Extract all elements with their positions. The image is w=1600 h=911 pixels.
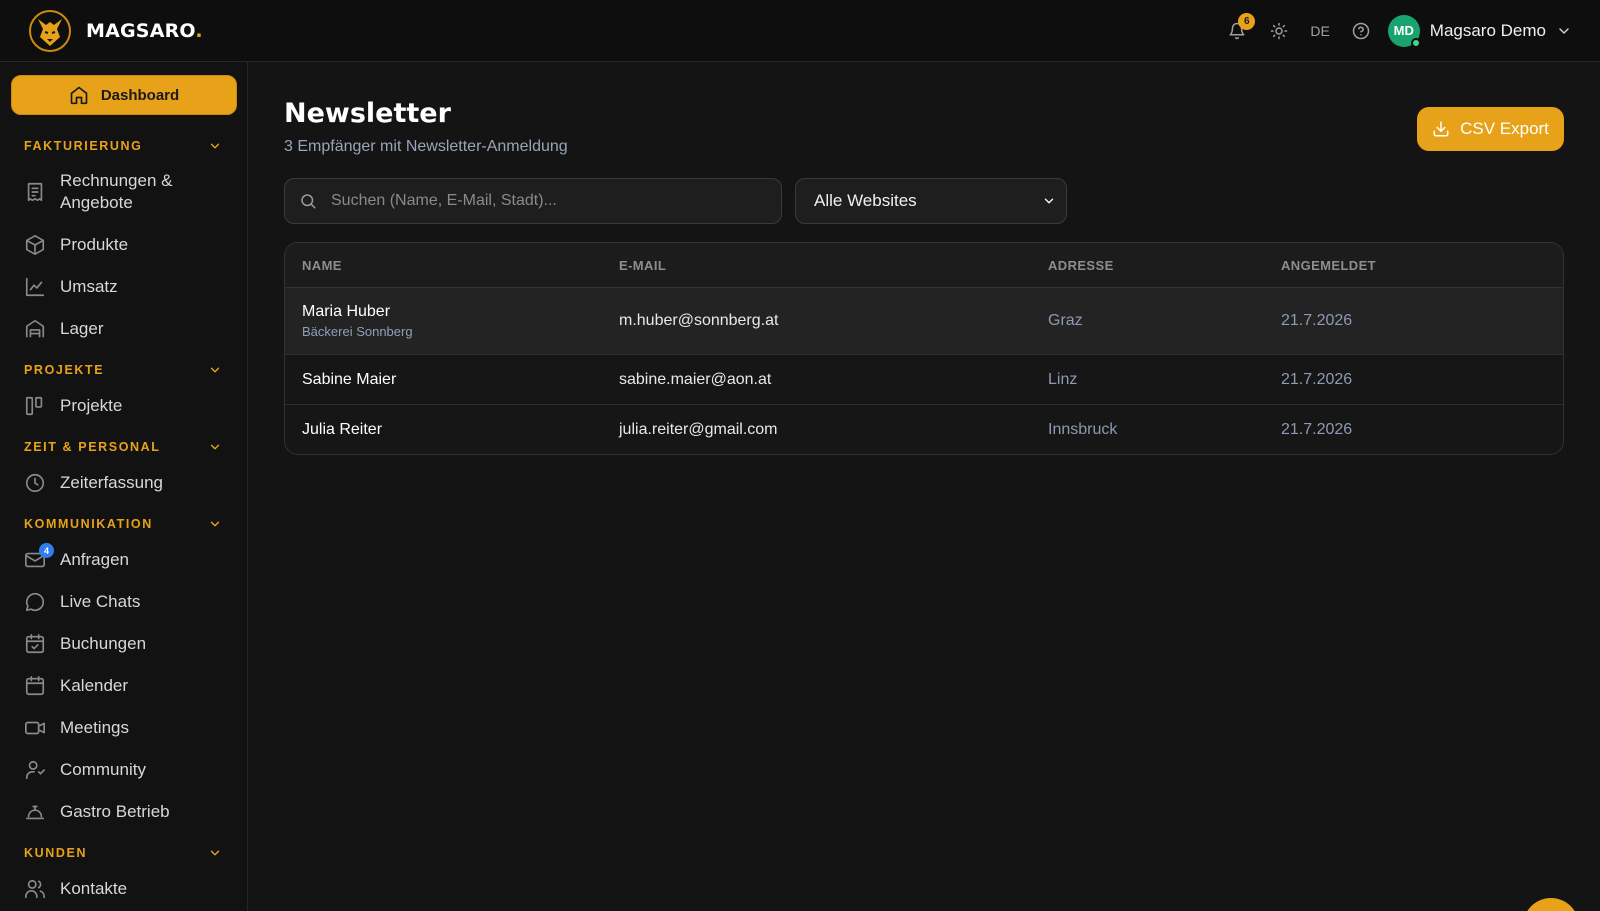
mail-icon: 4 [24, 543, 54, 571]
table-row[interactable]: Maria Huber Bäckerei Sonnberg m.huber@so… [285, 288, 1563, 355]
subscriber-name: Maria Huber [302, 303, 391, 320]
csv-export-button[interactable]: CSV Export [1417, 107, 1564, 151]
kanban-icon [24, 395, 46, 417]
top-bar: MAGSARO. 6 DE MD Magsaro Demo [0, 0, 1600, 62]
wolf-logo-icon [28, 9, 72, 53]
section-zeit-personal[interactable]: ZEIT & PERSONAL [11, 437, 236, 457]
box-icon [24, 234, 46, 256]
chevron-down-icon [1559, 27, 1569, 34]
video-icon [24, 717, 46, 739]
search-input[interactable] [331, 192, 751, 210]
avatar: MD [1387, 14, 1421, 48]
chat-icon [24, 591, 46, 613]
sidebar-item-meetings[interactable]: Meetings [11, 717, 236, 739]
newsletter-table: NAME E-MAIL ADRESSE ANGEMELDET Maria Hub… [284, 242, 1564, 455]
sidebar-item-zeiterfassung[interactable]: Zeiterfassung [11, 472, 236, 494]
sidebar-item-community[interactable]: Community [11, 759, 236, 781]
calendar-check-icon [24, 633, 46, 655]
online-status-dot [1410, 37, 1421, 48]
subscriber-email: julia.reiter@gmail.com [619, 420, 778, 438]
sidebar-item-rechnungen[interactable]: Rechnungen & Angebote [11, 170, 236, 214]
brand[interactable]: MAGSARO. [28, 9, 203, 53]
subscriber-date: 21.7.2026 [1281, 420, 1353, 438]
download-icon [1433, 121, 1449, 137]
main-content: Newsletter 3 Empfänger mit Newsletter-An… [249, 62, 1600, 911]
anfragen-count-badge: 4 [39, 543, 54, 558]
user-menu[interactable]: MD Magsaro Demo [1387, 14, 1572, 48]
chart-line-icon [24, 276, 46, 298]
website-filter-select[interactable]: Alle Websites [795, 178, 1067, 224]
table-row[interactable]: Sabine Maier sabine.maier@aon.at Linz 21… [285, 355, 1563, 405]
dashboard-button[interactable]: Dashboard [11, 75, 237, 115]
sidebar-item-gastro-betrieb[interactable]: Gastro Betrieb [11, 801, 236, 823]
column-header-email[interactable]: E-MAIL [619, 258, 1048, 273]
brand-name: MAGSARO. [86, 19, 203, 42]
chevron-down-icon [210, 521, 220, 527]
home-icon [70, 86, 88, 105]
subscriber-date: 21.7.2026 [1281, 312, 1353, 329]
table-header: NAME E-MAIL ADRESSE ANGEMELDET [285, 243, 1563, 288]
section-fakturierung[interactable]: FAKTURIERUNG [11, 136, 236, 156]
sidebar-item-umsatz[interactable]: Umsatz [11, 276, 236, 298]
sidebar-item-projekte[interactable]: Projekte [11, 395, 236, 417]
column-header-address[interactable]: ADRESSE [1048, 258, 1281, 273]
subscriber-email: m.huber@sonnberg.at [619, 312, 779, 329]
subscriber-date: 21.7.2026 [1281, 370, 1353, 388]
chevron-down-icon [1044, 198, 1054, 204]
chevron-down-icon [210, 850, 220, 856]
sidebar-item-kalender[interactable]: Kalender [11, 675, 236, 697]
subscriber-email: sabine.maier@aon.at [619, 370, 772, 388]
language-switch[interactable]: DE [1300, 23, 1339, 39]
table-row[interactable]: Julia Reiter julia.reiter@gmail.com Inns… [285, 405, 1563, 454]
chevron-down-icon [210, 143, 220, 149]
column-header-date[interactable]: ANGEMELDET [1281, 258, 1563, 273]
contacts-icon [24, 878, 46, 900]
search-icon [301, 194, 316, 209]
notification-count-badge: 6 [1238, 12, 1256, 30]
sidebar-item-anfragen[interactable]: 4 Anfragen [11, 543, 236, 571]
notifications-button[interactable]: 6 [1216, 11, 1258, 51]
chevron-down-icon [210, 367, 220, 373]
users-icon [24, 759, 46, 781]
section-projekte[interactable]: PROJEKTE [11, 360, 236, 380]
subscriber-address: Innsbruck [1048, 420, 1118, 438]
subscriber-address: Linz [1048, 370, 1078, 388]
subscriber-name: Julia Reiter [302, 420, 383, 438]
sidebar-item-kontakte[interactable]: Kontakte [11, 878, 236, 900]
section-kunden[interactable]: KUNDEN [11, 843, 236, 863]
subscriber-address: Graz [1048, 312, 1083, 329]
search-field[interactable] [284, 178, 782, 224]
help-button[interactable] [1340, 11, 1382, 51]
sidebar: Dashboard FAKTURIERUNG Rechnungen & Angeb… [0, 62, 248, 911]
sidebar-item-live-chats[interactable]: Live Chats [11, 591, 236, 613]
clock-icon [24, 472, 46, 494]
calendar-icon [24, 675, 46, 697]
cloche-icon [24, 801, 46, 823]
page-title: Newsletter [284, 98, 451, 129]
sidebar-item-buchungen[interactable]: Buchungen [11, 633, 236, 655]
chevron-down-icon [210, 444, 220, 450]
sun-icon [1271, 22, 1288, 39]
subscriber-company: Bäckerei Sonnberg [302, 324, 413, 339]
sidebar-item-lager[interactable]: Lager [11, 318, 236, 340]
help-circle-icon [1352, 22, 1370, 39]
warehouse-icon [24, 318, 46, 340]
user-name: Magsaro Demo [1429, 20, 1546, 40]
section-kommunikation[interactable]: KOMMUNIKATION [11, 514, 236, 534]
sidebar-item-produkte[interactable]: Produkte [11, 234, 236, 256]
column-header-name[interactable]: NAME [285, 258, 619, 273]
theme-toggle-button[interactable] [1258, 11, 1300, 51]
subscriber-name: Sabine Maier [302, 370, 397, 388]
page-subtitle: 3 Empfänger mit Newsletter-Anmeldung [284, 138, 568, 155]
receipt-icon [24, 181, 46, 203]
